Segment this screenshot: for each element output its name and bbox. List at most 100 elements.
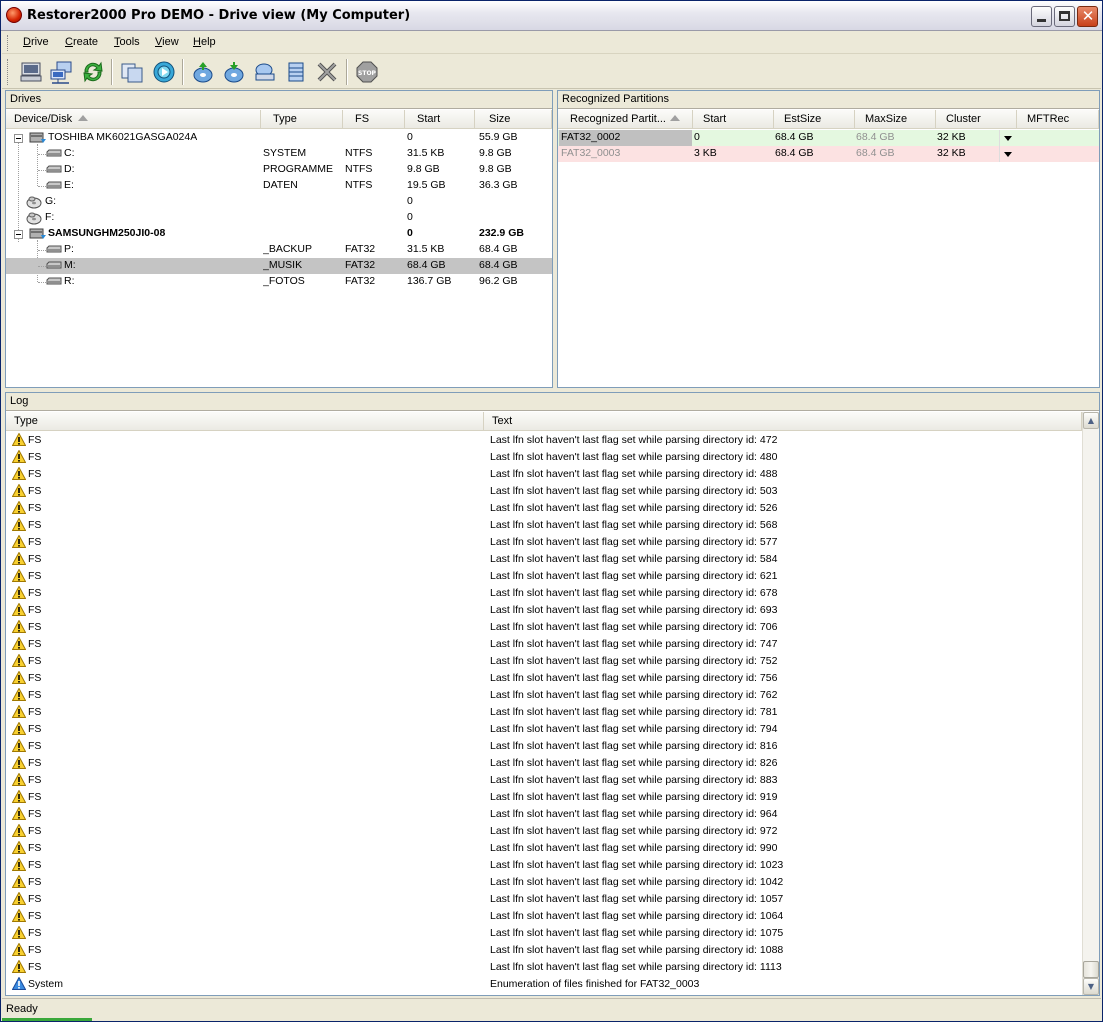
col-start[interactable]: Start xyxy=(693,110,774,129)
col-mftrec[interactable]: MFTRec xyxy=(1017,110,1099,129)
log-row[interactable]: FS Last lfn slot haven't last flag set wh… xyxy=(6,755,1082,772)
log-row[interactable]: FS Last lfn slot haven't last flag set wh… xyxy=(6,517,1082,534)
drive-tree-row[interactable]: M: _MUSIK FAT32 68.4 GB 68.4 GB xyxy=(6,258,552,274)
stop-icon[interactable]: STOP xyxy=(355,60,379,84)
open-drive-icon[interactable] xyxy=(191,60,215,84)
log-row[interactable]: FS Last lfn slot haven't last flag set wh… xyxy=(6,687,1082,704)
col-device-disk[interactable]: Device/Disk xyxy=(6,110,261,129)
log-row[interactable]: FS Last lfn slot haven't last flag set wh… xyxy=(6,568,1082,585)
minimize-button[interactable] xyxy=(1031,6,1052,27)
log-row[interactable]: FS Last lfn slot haven't last flag set wh… xyxy=(6,772,1082,789)
log-row[interactable]: FS Last lfn slot haven't last flag set wh… xyxy=(6,483,1082,500)
col-cluster[interactable]: Cluster xyxy=(936,110,1017,129)
log-row[interactable]: FS Last lfn slot haven't last flag set wh… xyxy=(6,432,1082,449)
log-row[interactable]: FS Last lfn slot haven't last flag set wh… xyxy=(6,636,1082,653)
warning-icon xyxy=(12,586,26,599)
log-text: Last lfn slot haven't last flag set whil… xyxy=(490,604,778,616)
scroll-down-button[interactable]: ▼ xyxy=(1083,978,1099,995)
log-row[interactable]: FS Last lfn slot haven't last flag set wh… xyxy=(6,806,1082,823)
log-row[interactable]: FS Last lfn slot haven't last flag set wh… xyxy=(6,721,1082,738)
scroll-up-button[interactable]: ▲ xyxy=(1083,412,1099,429)
collapse-icon[interactable] xyxy=(14,134,23,143)
log-row[interactable]: FS Last lfn slot haven't last flag set wh… xyxy=(6,585,1082,602)
col-recognized-partition[interactable]: Recognized Partit... xyxy=(558,110,693,129)
maximize-button[interactable] xyxy=(1054,6,1075,27)
menu-drive[interactable]: Drive xyxy=(23,36,49,48)
log-row[interactable]: FS Last lfn slot haven't last flag set wh… xyxy=(6,874,1082,891)
app-icon[interactable] xyxy=(6,7,22,23)
col-log-text[interactable]: Text xyxy=(484,412,1082,431)
dropdown-arrow-icon[interactable] xyxy=(999,130,1015,146)
menu-tools[interactable]: Tools xyxy=(114,36,140,48)
drive-name: M: xyxy=(64,259,76,271)
drive-tree-row[interactable]: C: SYSTEM NTFS 31.5 KB 9.8 GB xyxy=(6,146,552,162)
scan-icon[interactable] xyxy=(152,60,176,84)
col-size[interactable]: Size xyxy=(475,110,552,129)
drive-tree-row[interactable]: SAMSUNGHM250JI0-08 0 232.9 GB xyxy=(6,226,552,242)
log-row[interactable]: FS Last lfn slot haven't last flag set wh… xyxy=(6,670,1082,687)
log-row[interactable]: FS Last lfn slot haven't last flag set wh… xyxy=(6,840,1082,857)
region-icon[interactable] xyxy=(284,60,308,84)
log-row[interactable]: System Enumeration of files finished for … xyxy=(6,976,1082,993)
log-row[interactable]: FS Last lfn slot haven't last flag set wh… xyxy=(6,823,1082,840)
menu-create[interactable]: Create xyxy=(65,36,98,48)
log-row[interactable]: FS Last lfn slot haven't last flag set wh… xyxy=(6,500,1082,517)
collapse-icon[interactable] xyxy=(14,230,23,239)
log-row[interactable]: FS Last lfn slot haven't last flag set wh… xyxy=(6,857,1082,874)
drive-tree-row[interactable]: G: 0 xyxy=(6,194,552,210)
log-row[interactable]: FS Last lfn slot haven't last flag set wh… xyxy=(6,619,1082,636)
log-row[interactable]: FS Last lfn slot haven't last flag set wh… xyxy=(6,704,1082,721)
log-row[interactable]: FS Last lfn slot haven't last flag set wh… xyxy=(6,925,1082,942)
local-computer-icon[interactable] xyxy=(19,60,43,84)
col-fs[interactable]: FS xyxy=(343,110,405,129)
toolbar-grip[interactable] xyxy=(7,59,10,85)
scroll-thumb[interactable] xyxy=(1083,961,1099,978)
log-row[interactable]: FS Last lfn slot haven't last flag set wh… xyxy=(6,942,1082,959)
drive-tree-row[interactable]: F: 0 xyxy=(6,210,552,226)
log-row[interactable]: FS Last lfn slot haven't last flag set wh… xyxy=(6,891,1082,908)
log-row[interactable]: FS Last lfn slot haven't last flag set wh… xyxy=(6,551,1082,568)
menu-view[interactable]: View xyxy=(155,36,179,48)
log-scrollbar[interactable]: ▲ ▼ xyxy=(1082,412,1099,995)
log-text: Last lfn slot haven't last flag set whil… xyxy=(490,893,784,905)
drive-tree-row[interactable]: E: DATEN NTFS 19.5 GB 36.3 GB xyxy=(6,178,552,194)
find-drive-icon[interactable] xyxy=(253,60,277,84)
col-start[interactable]: Start xyxy=(405,110,475,129)
close-button[interactable]: ✕ xyxy=(1077,6,1098,27)
dropdown-arrow-icon[interactable] xyxy=(999,146,1015,162)
drive-fs: FAT32 xyxy=(345,243,376,255)
drive-tree-row[interactable]: TOSHIBA MK6021GASGA024A 0 55.9 GB xyxy=(6,130,552,146)
delete-icon[interactable] xyxy=(315,60,339,84)
drive-start: 0 xyxy=(407,227,413,239)
log-row[interactable]: FS Last lfn slot haven't last flag set wh… xyxy=(6,959,1082,976)
drive-tree-row[interactable]: R: _FOTOS FAT32 136.7 GB 96.2 GB xyxy=(6,274,552,290)
log-row[interactable]: FS Last lfn slot haven't last flag set wh… xyxy=(6,466,1082,483)
copy-icon[interactable] xyxy=(120,60,144,84)
log-row[interactable]: FS Last lfn slot haven't last flag set wh… xyxy=(6,789,1082,806)
title-bar[interactable]: Restorer2000 Pro DEMO - Drive view (My C… xyxy=(1,1,1102,31)
log-row[interactable]: FS Last lfn slot haven't last flag set wh… xyxy=(6,449,1082,466)
log-row[interactable]: FS Last lfn slot haven't last flag set wh… xyxy=(6,602,1082,619)
drive-name: P: xyxy=(64,243,74,255)
log-type: FS xyxy=(28,740,42,752)
restore-icon[interactable] xyxy=(222,60,246,84)
menu-grip[interactable] xyxy=(7,35,10,51)
menu-help[interactable]: Help xyxy=(193,36,216,48)
col-maxsize[interactable]: MaxSize xyxy=(855,110,936,129)
col-estsize[interactable]: EstSize xyxy=(774,110,855,129)
partition-row[interactable]: FAT32_0003 3 KB 68.4 GB 68.4 GB 32 KB xyxy=(558,146,1099,162)
network-computer-icon[interactable] xyxy=(49,60,73,84)
hard-disk-icon xyxy=(29,228,46,239)
col-type[interactable]: Type xyxy=(261,110,343,129)
drive-name: G: xyxy=(45,195,57,207)
log-row[interactable]: FS Last lfn slot haven't last flag set wh… xyxy=(6,534,1082,551)
drive-size: 36.3 GB xyxy=(479,179,518,191)
partition-row[interactable]: FAT32_0002 0 68.4 GB 68.4 GB 32 KB xyxy=(558,130,1099,146)
drive-tree-row[interactable]: P: _BACKUP FAT32 31.5 KB 68.4 GB xyxy=(6,242,552,258)
drive-tree-row[interactable]: D: PROGRAMME NTFS 9.8 GB 9.8 GB xyxy=(6,162,552,178)
log-row[interactable]: FS Last lfn slot haven't last flag set wh… xyxy=(6,908,1082,925)
col-log-type[interactable]: Type xyxy=(6,412,484,431)
log-row[interactable]: FS Last lfn slot haven't last flag set wh… xyxy=(6,738,1082,755)
log-row[interactable]: FS Last lfn slot haven't last flag set wh… xyxy=(6,653,1082,670)
refresh-icon[interactable] xyxy=(81,60,105,84)
